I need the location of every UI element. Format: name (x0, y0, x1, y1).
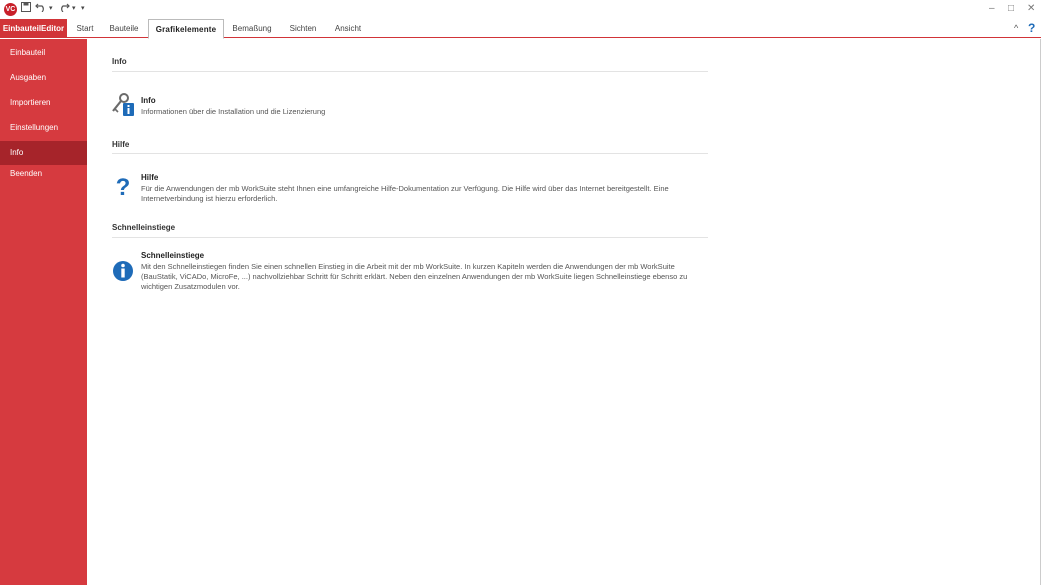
redo-icon[interactable] (58, 2, 70, 16)
entry-desc-info: Informationen über die Installation und … (141, 107, 326, 116)
entry-desc-schnelleinstiege: Mit den Schnelleinstiegen finden Sie ein… (141, 262, 688, 291)
title-bar: VC ▾ ▾ ▾ ‒ □ ✕ (0, 0, 1041, 18)
maximize-button[interactable]: □ (1008, 2, 1014, 16)
tab-start[interactable]: Start (72, 19, 98, 38)
section-title-info: Info (112, 57, 127, 66)
help-question-icon[interactable]: ? (111, 173, 135, 201)
tab-bauteile[interactable]: Bauteile (105, 19, 143, 38)
close-button[interactable]: ✕ (1027, 2, 1035, 16)
sidebar-item-einbauteil[interactable]: Einbauteil (0, 41, 87, 65)
sidebar-item-ausgaben[interactable]: Ausgaben (0, 66, 87, 90)
help-icon[interactable]: ? (1028, 20, 1035, 36)
key-info-icon[interactable] (111, 92, 135, 118)
sidebar-item-einstellungen[interactable]: Einstellungen (0, 116, 87, 140)
sidebar-item-importieren[interactable]: Importieren (0, 91, 87, 115)
backstage-content: Info Info Informationen über die Install… (87, 39, 1041, 585)
tab-einbauteileditor[interactable]: EinbauteilEditor (0, 19, 67, 38)
svg-text:?: ? (116, 174, 131, 199)
tab-sichten[interactable]: Sichten (285, 19, 321, 38)
app-logo-icon[interactable]: VC (4, 3, 17, 16)
entry-title-info[interactable]: Info (141, 96, 156, 105)
entry-desc-hilfe: Für die Anwendungen der mb WorkSuite ste… (141, 184, 669, 203)
tab-grafikelemente[interactable]: Grafikelemente (148, 19, 224, 39)
section-divider (112, 71, 708, 72)
entry-title-hilfe[interactable]: Hilfe (141, 173, 158, 182)
tab-bemassung[interactable]: Bemaßung (229, 19, 275, 38)
ribbon-tab-bar: EinbauteilEditor Start Bauteile Grafikel… (0, 19, 1041, 39)
undo-icon[interactable] (35, 2, 47, 16)
collapse-ribbon-icon[interactable]: ^ (1014, 20, 1018, 36)
entry-title-schnelleinstiege[interactable]: Schnelleinstiege (141, 251, 204, 260)
section-divider (112, 237, 708, 238)
minimize-button[interactable]: ‒ (989, 2, 995, 16)
section-divider (112, 153, 708, 154)
backstage-sidebar: Einbauteil Ausgaben Importieren Einstell… (0, 39, 87, 585)
sidebar-item-beenden[interactable]: Beenden (0, 162, 87, 186)
section-title-schnelleinstiege: Schnelleinstiege (112, 223, 176, 232)
tab-ansicht[interactable]: Ansicht (330, 19, 366, 38)
info-circle-icon[interactable] (111, 259, 135, 285)
section-title-hilfe: Hilfe (112, 140, 130, 149)
customize-toolbar-icon[interactable]: ▾ (81, 2, 85, 16)
save-icon[interactable] (21, 2, 31, 16)
redo-dropdown-icon[interactable]: ▾ (72, 2, 76, 16)
undo-dropdown-icon[interactable]: ▾ (49, 2, 53, 16)
